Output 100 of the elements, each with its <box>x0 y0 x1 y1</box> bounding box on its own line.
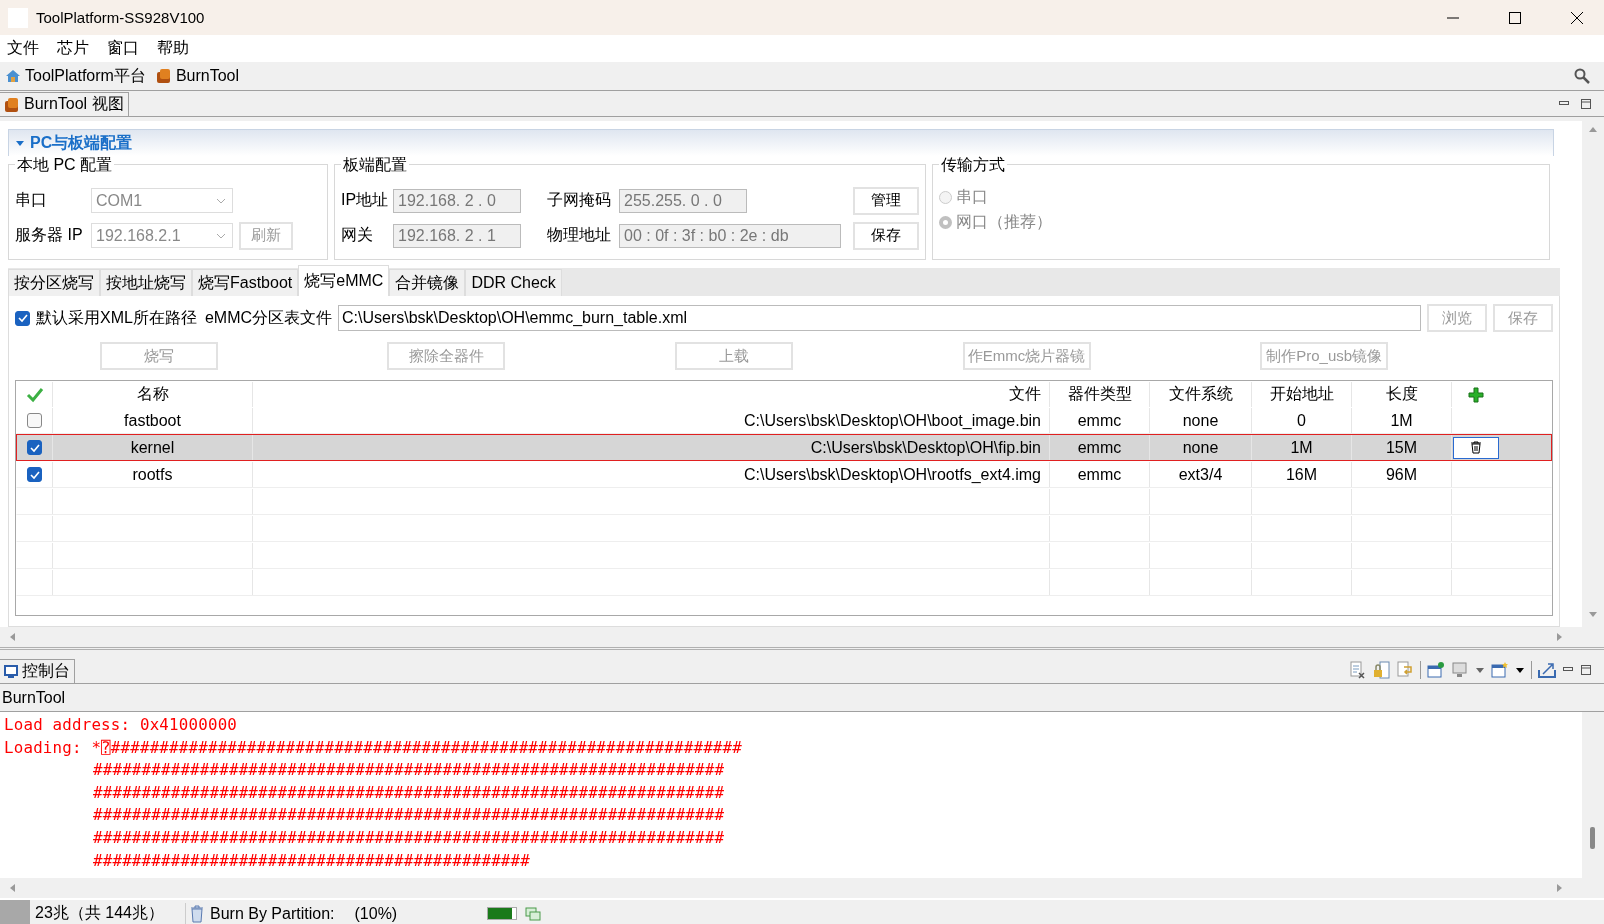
windows-icon[interactable] <box>525 906 542 921</box>
menu-item[interactable]: 文件 <box>7 38 39 59</box>
console-line: ################################################################# <box>92 826 726 849</box>
column-header[interactable]: 器件类型 <box>1050 382 1150 407</box>
table-cell: kernel <box>53 435 253 460</box>
port-dropdown[interactable]: COM1 <box>91 188 233 213</box>
toolbar-button[interactable]: BurnTool <box>155 67 240 85</box>
column-header[interactable]: 长度 <box>1352 382 1452 407</box>
ip-address-field[interactable]: 192.168. 2 . 0 <box>393 188 521 213</box>
console-name: BurnTool <box>2 688 66 707</box>
console-tab[interactable]: 控制台 <box>0 659 75 683</box>
table-cell: C:\Users\bsk\Desktop\OH\fip.bin <box>253 435 1050 460</box>
table-cell: 15M <box>1352 435 1452 460</box>
progress-percent: (10%) <box>354 904 398 923</box>
maximize-icon[interactable] <box>1508 10 1522 25</box>
scroll-left-icon[interactable] <box>8 883 16 893</box>
scroll-right-icon[interactable] <box>1556 883 1564 893</box>
table-cell: fastboot <box>53 408 253 433</box>
save-button[interactable]: 保存 <box>853 221 919 250</box>
checkbox[interactable] <box>15 310 30 326</box>
console-line: Loading: *⍰################################################################# <box>4 736 743 759</box>
tab[interactable]: 合并镜像 <box>389 269 466 296</box>
radio-option[interactable]: 网口（推荐） <box>939 212 1543 233</box>
chevron-icon <box>216 232 226 239</box>
trash-icon[interactable] <box>190 904 204 923</box>
scroll-down-icon[interactable] <box>1588 611 1598 619</box>
film-icon <box>155 68 172 84</box>
window-title: ToolPlatform-SS928V100 <box>36 9 205 26</box>
status-block <box>0 900 30 924</box>
section-title: PC与板端配置 <box>30 132 133 153</box>
field-label: IP地址 <box>341 190 387 210</box>
column-header[interactable]: 名称 <box>53 382 253 407</box>
new-window-icon[interactable] <box>1491 661 1509 679</box>
toolbar-button[interactable]: ToolPlatform平台 <box>5 65 146 87</box>
tab[interactable]: 烧写Fastboot <box>192 269 299 296</box>
group-title: 板端配置 <box>341 155 409 176</box>
mac-address-field[interactable]: 00 : 0f : 3f : b0 : 2e : db <box>619 223 841 248</box>
tab[interactable]: 按地址烧写 <box>100 269 192 296</box>
subnet-mask-field[interactable]: 255.255. 0 . 0 <box>619 188 747 213</box>
table-cell: C:\Users\bsk\Desktop\OH\boot_image.bin <box>253 408 1050 433</box>
table-cell: C:\Users\bsk\Desktop\OH\rootfs_ext4.img <box>253 462 1050 487</box>
scroll-left-icon[interactable] <box>8 632 16 642</box>
radio-button[interactable] <box>939 216 952 229</box>
delete-button[interactable] <box>1453 436 1499 459</box>
tab[interactable]: 按分区烧写 <box>8 269 100 296</box>
chevron-icon <box>216 197 226 204</box>
export-icon[interactable] <box>1538 661 1556 679</box>
table-row[interactable]: rootfs C:\Users\bsk\Desktop\OH\rootfs_ext4.img emmc ext3/4 16M 96M <box>16 461 1552 488</box>
table-cell: none <box>1150 435 1252 460</box>
group-title: 传输方式 <box>939 155 1007 176</box>
table-cell: emmc <box>1050 435 1150 460</box>
column-header[interactable]: 文件 <box>253 382 1050 407</box>
field-label: 串口 <box>15 190 48 210</box>
table-cell: 0 <box>1252 408 1352 433</box>
manage-button[interactable]: 管理 <box>853 186 919 215</box>
monitor-icon <box>4 664 18 679</box>
scroll-up-icon[interactable] <box>1588 125 1598 133</box>
tab[interactable]: 烧写eMMC <box>298 265 390 296</box>
section-header[interactable]: PC与板端配置 <box>8 129 1554 156</box>
lock-icon[interactable] <box>1372 661 1390 679</box>
scroll-right-icon[interactable] <box>1556 632 1564 642</box>
column-header[interactable]: 开始地址 <box>1252 382 1352 407</box>
menu-item[interactable]: 窗口 <box>107 38 139 59</box>
maximize-icon[interactable] <box>1580 664 1592 676</box>
tab[interactable]: DDR Check <box>465 269 562 296</box>
table-cell: ext3/4 <box>1150 462 1252 487</box>
console-line: ################################################################# <box>92 781 726 804</box>
field-label: 子网掩码 <box>547 190 612 210</box>
plus-icon[interactable] <box>1468 386 1484 403</box>
table-cell: none <box>1150 408 1252 433</box>
server-ip-dropdown[interactable]: 192.168.2.1 <box>91 223 233 248</box>
table-cell: rootfs <box>53 462 253 487</box>
menu-item[interactable]: 芯片 <box>57 38 89 59</box>
search-icon[interactable] <box>1574 68 1590 84</box>
console-line: ################################################################# <box>92 759 726 782</box>
maximize-icon[interactable] <box>1580 97 1592 110</box>
document-wrap-icon[interactable] <box>1396 661 1414 679</box>
checkbox[interactable] <box>27 440 42 455</box>
document-clear-icon[interactable] <box>1348 661 1366 679</box>
table-row[interactable]: kernel C:\Users\bsk\Desktop\OH\fip.bin emmc none 1M 15M <box>16 434 1552 461</box>
column-header[interactable]: 文件系统 <box>1150 382 1252 407</box>
gateway-field[interactable]: 192.168. 2 . 1 <box>393 223 521 248</box>
table-cell: emmc <box>1050 462 1150 487</box>
vertical-scrollbar[interactable] <box>1582 712 1604 878</box>
field-label: 网关 <box>341 225 374 245</box>
checkbox[interactable] <box>27 413 42 428</box>
checkbox[interactable] <box>27 467 42 482</box>
checkbox-label: 默认采用XML所在路径 <box>36 307 197 328</box>
monitor-icon[interactable] <box>1451 661 1469 679</box>
field-label: 物理地址 <box>547 225 612 245</box>
radio-button[interactable] <box>939 191 952 204</box>
file-path-field[interactable]: C:\Users\bsk\Desktop\OH\emmc_burn_table.xml <box>338 305 1421 331</box>
close-icon[interactable] <box>1570 10 1584 25</box>
radio-option[interactable]: 串口 <box>939 187 1543 208</box>
dropdown-arrow-icon[interactable] <box>1515 666 1525 674</box>
view-tab[interactable]: BurnTool 视图 <box>0 92 129 116</box>
table-cell: 1M <box>1352 408 1452 433</box>
pin-window-icon[interactable] <box>1427 661 1445 679</box>
group-title: 本地 PC 配置 <box>15 155 115 176</box>
menu-item[interactable]: 帮助 <box>157 38 189 59</box>
